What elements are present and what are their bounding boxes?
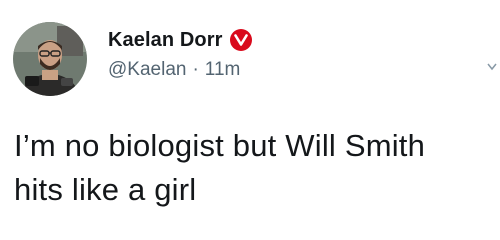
- tweet-text-line: hits like a girl: [14, 172, 197, 207]
- v-checkmark-icon: [234, 34, 249, 46]
- separator-dot: ·: [192, 59, 199, 80]
- name-row: Kaelan Dorr: [108, 24, 253, 56]
- tweet-body: I’m no biologist but Will Smith hits lik…: [14, 124, 486, 212]
- avatar[interactable]: [13, 22, 87, 96]
- overflow-menu-icon[interactable]: [487, 58, 497, 71]
- tweet-header: Kaelan Dorr @Kaelan · 11m: [108, 24, 253, 81]
- user-handle[interactable]: @Kaelan: [108, 59, 186, 81]
- handle-row: @Kaelan · 11m: [108, 59, 252, 81]
- caret-icon: [487, 63, 497, 71]
- avatar-photo-icon: [13, 22, 87, 96]
- verified-badge-icon: [230, 29, 253, 51]
- timestamp[interactable]: 11m: [205, 59, 241, 81]
- tweet-card: Kaelan Dorr @Kaelan · 11m I’m no biologi…: [0, 0, 500, 240]
- tweet-text-line: I’m no biologist but Will Smith: [14, 128, 426, 163]
- display-name[interactable]: Kaelan Dorr: [108, 29, 222, 52]
